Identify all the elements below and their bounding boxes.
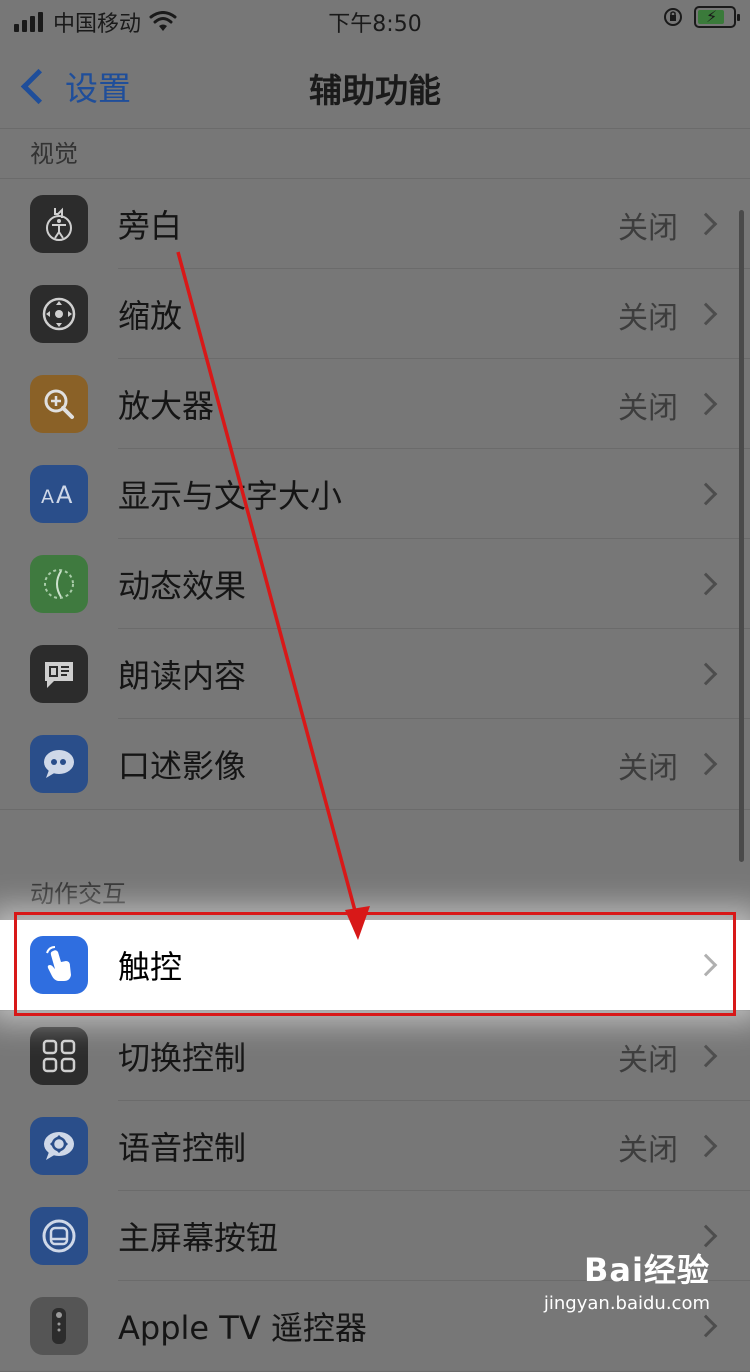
section-header-interaction: 动作交互 — [30, 880, 126, 908]
row-label: 旁白 — [118, 207, 183, 245]
row-label: 动态效果 — [118, 567, 247, 605]
settings-row-switch-control[interactable]: 切换控制 关闭 — [0, 1011, 750, 1101]
status-time: 下午8:50 — [328, 12, 422, 37]
motion-icon — [30, 555, 88, 613]
row-label: 缩放 — [118, 297, 183, 335]
tv-remote-icon — [30, 1297, 88, 1355]
chevron-right-icon — [694, 572, 718, 596]
row-label: 朗读内容 — [118, 657, 247, 695]
row-value: 关闭 — [618, 391, 678, 426]
highlight-annotation-box — [14, 912, 736, 1016]
chevron-right-icon — [694, 482, 718, 506]
magnifier-icon — [30, 375, 88, 433]
row-value: 关闭 — [618, 751, 678, 786]
zoom-icon — [30, 285, 88, 343]
chevron-right-icon — [694, 662, 718, 686]
svg-text:A: A — [56, 481, 73, 509]
row-label: 语音控制 — [118, 1129, 247, 1167]
row-label: 显示与文字大小 — [118, 477, 343, 515]
chevron-right-icon — [694, 1134, 718, 1158]
row-label: 主屏幕按钮 — [118, 1219, 279, 1257]
settings-row-voiceover[interactable]: 旁白 关闭 — [0, 179, 750, 269]
settings-row-zoom[interactable]: 缩放 关闭 — [0, 269, 750, 359]
navigation-bar: 设置 辅助功能 — [0, 40, 750, 129]
watermark: Bai经验 jingyan.baidu.com — [544, 1245, 710, 1314]
settings-row-spoken-content[interactable]: 朗读内容 — [0, 629, 750, 719]
voice-control-icon — [30, 1117, 88, 1175]
interaction-settings-group: 切换控制 关闭 语音控制 关闭 主屏幕按钮 Apple TV 遥控器 — [0, 1010, 750, 1372]
row-label: 放大器 — [118, 387, 215, 425]
page-title: 辅助功能 — [309, 71, 441, 110]
voiceover-icon — [30, 195, 88, 253]
settings-row-audio-descriptions[interactable]: 口述影像 关闭 — [0, 719, 750, 809]
settings-row-voice-control[interactable]: 语音控制 关闭 — [0, 1101, 750, 1191]
speech-bubble-icon — [30, 645, 88, 703]
settings-row-motion[interactable]: 动态效果 — [0, 539, 750, 629]
settings-row-display-text-size[interactable]: AA 显示与文字大小 — [0, 449, 750, 539]
scroll-indicator — [739, 210, 744, 862]
quote-bubble-icon — [30, 735, 88, 793]
switch-grid-icon — [30, 1027, 88, 1085]
watermark-brand: Bai经验 — [584, 1251, 710, 1289]
row-value: 关闭 — [618, 1133, 678, 1168]
chevron-right-icon — [694, 752, 718, 776]
row-label: 口述影像 — [118, 747, 247, 785]
chevron-right-icon — [694, 302, 718, 326]
text-size-icon: AA — [30, 465, 88, 523]
row-label: 切换控制 — [118, 1039, 247, 1077]
chevron-right-icon — [694, 392, 718, 416]
orientation-lock-icon — [664, 8, 682, 26]
status-bar: 中国移动 下午8:50 ⚡ — [0, 0, 750, 40]
home-button-icon — [30, 1207, 88, 1265]
chevron-right-icon — [694, 1044, 718, 1068]
vision-settings-group: 旁白 关闭 缩放 关闭 放大器 关闭 AA 显示与文字大小 动态效果 朗读内容 … — [0, 178, 750, 810]
battery-icon: ⚡ — [694, 6, 740, 28]
row-value: 关闭 — [618, 301, 678, 336]
section-header-vision: 视觉 — [30, 140, 78, 168]
chevron-right-icon — [694, 1224, 718, 1248]
watermark-url: jingyan.baidu.com — [543, 1293, 710, 1314]
row-value: 关闭 — [618, 211, 678, 246]
chevron-right-icon — [694, 212, 718, 236]
row-label: Apple TV 遥控器 — [118, 1309, 367, 1347]
svg-text:A: A — [41, 486, 54, 508]
settings-row-magnifier[interactable]: 放大器 关闭 — [0, 359, 750, 449]
row-value: 关闭 — [618, 1043, 678, 1078]
